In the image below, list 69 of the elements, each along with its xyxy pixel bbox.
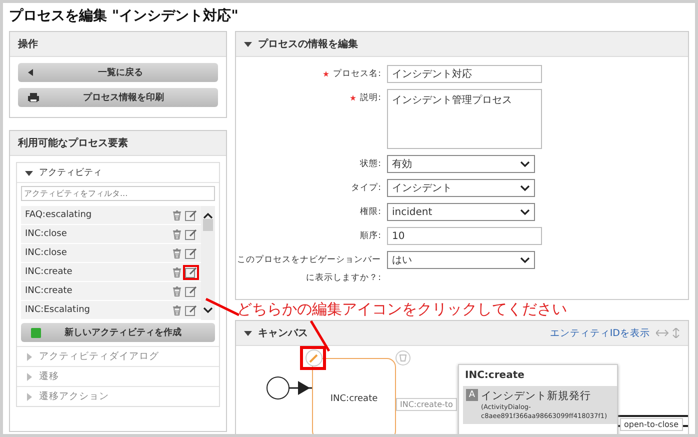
field-label: 説明: (236, 89, 381, 149)
section-title[interactable]: 遷移 (39, 370, 59, 383)
dropdown-chevron-icon[interactable] (520, 184, 530, 192)
scroll-up-icon[interactable] (203, 212, 213, 219)
edit-icon[interactable] (185, 248, 197, 258)
trash-icon[interactable] (172, 228, 182, 240)
dropdown-chevron-icon[interactable] (520, 208, 530, 216)
dropdown[interactable]: インシデント (387, 179, 535, 197)
section-title[interactable]: アクティビティダイアログ (39, 350, 159, 363)
trash-icon[interactable] (172, 266, 182, 278)
panel-title: 操作 (18, 38, 38, 51)
back-button[interactable]: 一覧に戻る (18, 63, 218, 82)
create-activity-button[interactable]: 新しいアクティビティを作成 (21, 323, 215, 342)
field-label: タイプ: (350, 182, 381, 195)
activity-item[interactable]: INC:close (21, 244, 201, 263)
dropdown-chevron-icon[interactable] (520, 256, 530, 264)
trash-icon[interactable] (172, 304, 182, 316)
dropdown[interactable]: はい (387, 251, 535, 269)
input-field[interactable]: インシデント対応 (387, 65, 542, 83)
show-ids-link[interactable]: エンティティIDを表示 (550, 326, 650, 340)
activity-badge: A (466, 389, 478, 401)
description-field[interactable]: インシデント管理プロセス (387, 89, 542, 149)
edit-circle-icon[interactable] (304, 348, 324, 368)
field-label: 権限: (359, 206, 381, 219)
edit-icon[interactable] (185, 304, 197, 316)
dialog-title: インシデント新規発行 (481, 389, 592, 403)
popup-title: INC:create (464, 369, 526, 383)
section-title[interactable]: アクティビティ (39, 166, 102, 179)
down-triangle-icon[interactable] (244, 40, 252, 48)
dropdown[interactable]: 有効 (387, 155, 535, 173)
down-triangle-icon[interactable] (25, 168, 33, 176)
edit-icon[interactable] (185, 286, 197, 296)
trash-icon[interactable] (172, 248, 182, 258)
trash-icon[interactable] (172, 286, 182, 296)
printer-icon (28, 93, 39, 102)
section-title[interactable]: 遷移アクション (39, 390, 109, 403)
annotation-text: どちらかの編集アイコンをクリックしてください (237, 300, 568, 320)
scrollbar-thumb[interactable] (203, 219, 213, 231)
panel-title: キャンバス (258, 327, 308, 340)
start-event-drawing (266, 376, 314, 400)
activity-item[interactable]: INC:close (21, 225, 201, 244)
field-label: プロセス名: (236, 65, 381, 83)
dropdown-chevron-icon[interactable] (520, 160, 530, 168)
highlight-frame (300, 346, 326, 370)
edge-label: INC:create-to (396, 398, 457, 411)
dropdown-chevron-icon[interactable] (203, 307, 213, 314)
dropdown[interactable]: incident (387, 203, 535, 221)
activity-item[interactable]: FAQ:escalating (21, 206, 201, 225)
left-triangle-icon (28, 69, 33, 76)
activity-item[interactable]: INC:create (21, 263, 201, 282)
activity-item[interactable]: INC:Escalating (21, 301, 201, 320)
panel-title: プロセスの情報を編集 (258, 37, 358, 51)
edit-icon[interactable] (185, 266, 197, 278)
field-label: 順序: (359, 230, 381, 243)
input-field[interactable]: 10 (387, 227, 542, 245)
edge-label: open-to-close (620, 418, 683, 431)
panel-title: 利用可能なプロセス要素 (18, 136, 128, 150)
edit-icon[interactable] (185, 228, 197, 240)
field-label: 状態: (359, 158, 381, 171)
field-label: このプロセスをナビゲーションバーに表示しますか？: (236, 254, 381, 285)
print-button[interactable]: プロセス情報を印刷 (18, 88, 218, 107)
plus-icon (31, 328, 41, 338)
activity-node[interactable]: INC:create (312, 358, 396, 434)
filter-field[interactable]: アクティビティをフィルタ... (21, 186, 215, 201)
edit-icon[interactable] (185, 210, 197, 220)
down-triangle-icon[interactable] (244, 329, 252, 337)
trash-icon[interactable] (172, 210, 182, 220)
page-title: プロセスを編集 "インシデント対応" (8, 6, 240, 25)
activity-item[interactable]: INC:create (21, 282, 201, 301)
